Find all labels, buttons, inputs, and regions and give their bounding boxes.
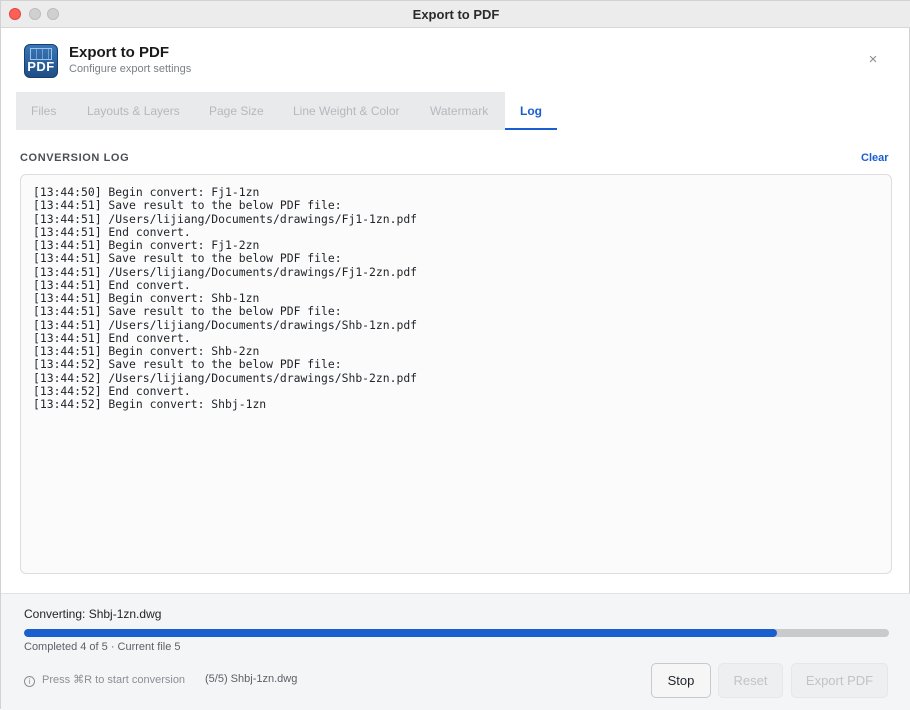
conversion-log-output[interactable]: [13:44:50] Begin convert: Fj1-1zn [13:44:… [20, 174, 892, 574]
log-line: [13:44:51] /Users/lijiang/Documents/draw… [33, 264, 418, 279]
tab-line-weight-color[interactable]: Line Weight & Color [293, 92, 400, 130]
log-line: [13:44:51] Save result to the below PDF … [33, 198, 342, 213]
clear-log-button[interactable]: Clear [861, 152, 889, 164]
tab-page-size[interactable]: Page Size [209, 92, 264, 130]
progress-summary: Completed 4 of 5 · Current file 5 [24, 641, 181, 653]
log-line: [13:44:52] End convert. [33, 383, 191, 398]
shortcut-hint-text: Press ⌘R to start conversion [42, 674, 186, 686]
dialog-subtitle: Configure export settings [69, 63, 192, 75]
log-line: [13:44:51] End convert. [33, 330, 191, 345]
stop-button[interactable]: Stop [651, 663, 711, 698]
tab-files[interactable]: Files [31, 92, 56, 130]
window-title: Export to PDF [412, 7, 500, 22]
export-pdf-button[interactable]: Export PDF [791, 663, 888, 698]
conversion-status: Converting: Shbj-1zn.dwg [24, 607, 162, 621]
log-line: [13:44:51] End convert. [33, 277, 191, 292]
shortcut-hint: i Press ⌘R to start conversion [24, 673, 185, 687]
pdf-app-icon: PDF [24, 44, 58, 78]
log-line: [13:44:51] Begin convert: Fj1-2zn [33, 238, 260, 252]
tab-layouts-layers[interactable]: Layouts & Layers [87, 92, 180, 130]
log-line: [13:44:51] End convert. [33, 224, 191, 239]
export-dialog: Export to PDF PDF Export to PDF Configur… [0, 0, 910, 710]
log-line: [13:44:51] /Users/lijiang/Documents/draw… [33, 317, 418, 332]
close-icon[interactable]: × [865, 52, 881, 68]
log-line: [13:44:51] Save result to the below PDF … [33, 304, 342, 319]
log-line: [13:44:52] Begin convert: Shbj-1zn [33, 397, 267, 411]
title-bar: Export to PDF [1, 1, 910, 28]
log-line: [13:44:51] Begin convert: Shb-1zn [33, 291, 260, 305]
log-line: [13:44:51] /Users/lijiang/Documents/draw… [33, 211, 418, 226]
log-line: [13:44:50] Begin convert: Fj1-1zn [33, 185, 260, 199]
dialog-title: Export to PDF [69, 44, 169, 61]
reset-button[interactable]: Reset [718, 663, 783, 698]
progress-fill [24, 629, 777, 637]
tab-log[interactable]: Log [505, 92, 557, 130]
conversion-progress-bar [24, 629, 889, 637]
tab-watermark[interactable]: Watermark [430, 92, 488, 130]
current-file-indicator: (5/5) Shbj-1zn.dwg [205, 673, 298, 685]
log-line: [13:44:52] Save result to the below PDF … [33, 357, 342, 372]
log-line: [13:44:51] Begin convert: Shb-2zn [33, 344, 260, 358]
log-line: [13:44:51] Save result to the below PDF … [33, 251, 342, 266]
log-line: [13:44:52] /Users/lijiang/Documents/draw… [33, 370, 418, 385]
conversion-log-heading: CONVERSION LOG [20, 152, 130, 164]
info-icon: i [24, 676, 35, 687]
pdf-icon-label: PDF [27, 59, 55, 74]
